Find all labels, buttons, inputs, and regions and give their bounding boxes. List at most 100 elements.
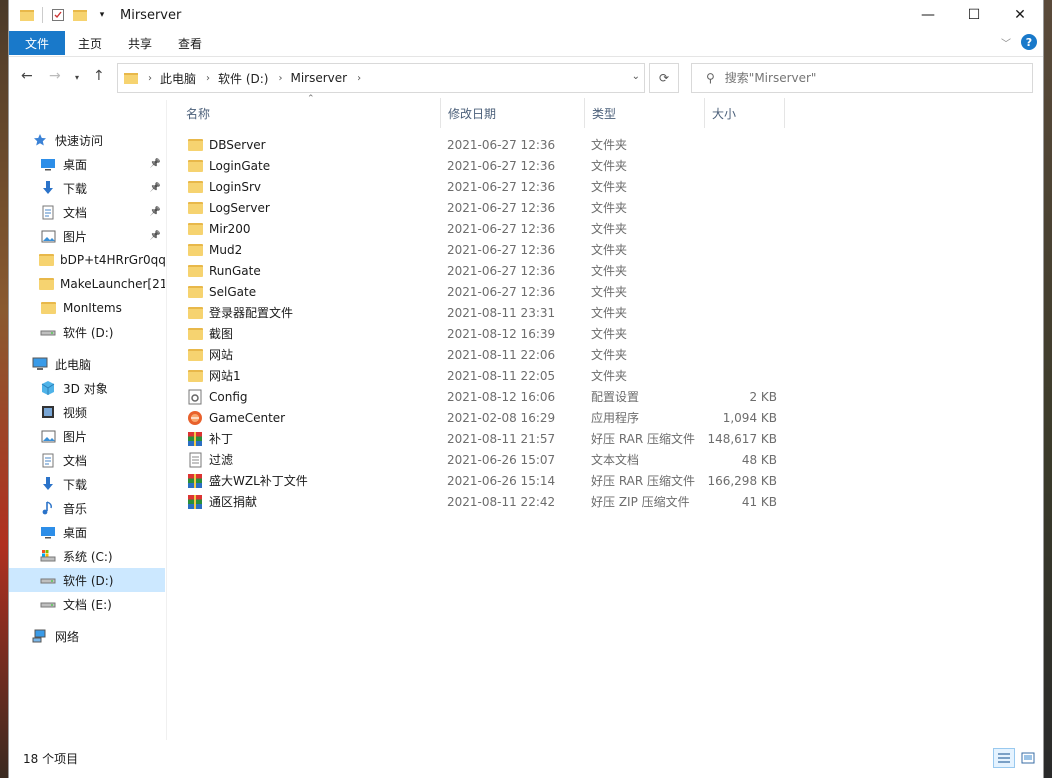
column-header-name[interactable]: 名称 ⌃: [179, 94, 441, 128]
nav-item[interactable]: 文档 📌: [9, 200, 165, 224]
column-name-label: 名称: [186, 106, 211, 121]
address-bar[interactable]: › 此电脑 › 软件 (D:) › Mirserver › ⌄: [117, 63, 645, 93]
pin-icon[interactable]: 📌: [150, 231, 161, 241]
file-row[interactable]: LogServer 2021-06-27 12:36 文件夹: [179, 197, 789, 218]
pin-icon[interactable]: 📌: [150, 207, 161, 217]
nav-item[interactable]: 下载: [9, 472, 165, 496]
file-type: 文件夹: [591, 159, 628, 173]
column-header-size[interactable]: 大小: [705, 98, 785, 128]
search-input[interactable]: [724, 71, 1015, 85]
customize-toolbar-icon[interactable]: ▾: [92, 5, 112, 25]
file-row[interactable]: 补丁 2021-08-11 21:57 好压 RAR 压缩文件 148,617 KB: [179, 428, 789, 449]
details-view-icon[interactable]: [993, 748, 1015, 768]
column-type-label: 类型: [592, 106, 617, 121]
picture-icon: [39, 428, 57, 444]
pin-icon[interactable]: 📌: [150, 159, 161, 169]
close-button[interactable]: ✕: [997, 0, 1043, 30]
file-row[interactable]: 过滤 2021-06-26 15:07 文本文档 48 KB: [179, 449, 789, 470]
file-type: 应用程序: [591, 411, 640, 425]
nav-item-label: 桌面: [63, 525, 88, 540]
desktop-icon: [39, 524, 57, 540]
sort-ascending-icon: ⌃: [307, 94, 315, 104]
file-name-cell: Mud2: [187, 242, 242, 258]
nav-item[interactable]: 桌面 📌: [9, 152, 165, 176]
file-name: GameCenter: [209, 410, 286, 425]
tab-view[interactable]: 查看: [165, 31, 215, 55]
file-row[interactable]: DBServer 2021-06-27 12:36 文件夹: [179, 134, 789, 155]
file-list: 名称 ⌃ 修改日期 类型 大小 DBServer 2021-06-27 12:36…: [179, 94, 1043, 738]
file-row[interactable]: RunGate 2021-06-27 12:36 文件夹: [179, 260, 789, 281]
nav-item[interactable]: 文档: [9, 448, 165, 472]
breadcrumb-drive-d[interactable]: 软件 (D:): [218, 70, 268, 87]
pin-icon[interactable]: 📌: [150, 183, 161, 193]
file-row[interactable]: 截图 2021-08-12 16:39 文件夹: [179, 323, 789, 344]
file-row[interactable]: LoginGate 2021-06-27 12:36 文件夹: [179, 155, 789, 176]
window-title: Mirserver: [120, 7, 182, 23]
tab-file[interactable]: 文件: [9, 31, 65, 55]
back-arrow-icon[interactable]: ←: [21, 68, 33, 84]
chevron-down-icon[interactable]: ⌄: [632, 71, 640, 82]
nav-item[interactable]: 桌面: [9, 520, 165, 544]
nav-item[interactable]: 下载 📌: [9, 176, 165, 200]
nav-item[interactable]: 网络: [9, 624, 165, 648]
chevron-right-icon[interactable]: ›: [148, 73, 152, 84]
minimize-button[interactable]: —: [905, 0, 951, 30]
file-row[interactable]: SelGate 2021-06-27 12:36 文件夹: [179, 281, 789, 302]
expand-ribbon-icon[interactable]: ﹀: [1001, 35, 1011, 50]
properties-icon[interactable]: [48, 5, 68, 25]
nav-item[interactable]: 音乐: [9, 496, 165, 520]
column-header-date[interactable]: 修改日期: [441, 98, 585, 128]
maximize-button[interactable]: ☐: [951, 0, 997, 30]
nav-item[interactable]: 文档 (E:): [9, 592, 165, 616]
tab-home[interactable]: 主页: [65, 31, 115, 55]
tab-share[interactable]: 共享: [115, 31, 165, 55]
file-row[interactable]: 网站 2021-08-11 22:06 文件夹: [179, 344, 789, 365]
file-name: 过滤: [209, 453, 234, 467]
nav-item[interactable]: 系统 (C:): [9, 544, 165, 568]
file-row[interactable]: Mir200 2021-06-27 12:36 文件夹: [179, 218, 789, 239]
file-date: 2021-06-27 12:36: [447, 200, 556, 215]
config-file-icon: [187, 389, 203, 405]
nav-item[interactable]: 图片: [9, 424, 165, 448]
desktop-icon: [39, 156, 57, 172]
refresh-button[interactable]: ⟳: [649, 63, 679, 93]
file-row[interactable]: 登录器配置文件 2021-08-11 23:31 文件夹: [179, 302, 789, 323]
nav-item[interactable]: 此电脑: [9, 352, 165, 376]
nav-item[interactable]: 图片 📌: [9, 224, 165, 248]
chevron-right-icon[interactable]: ›: [206, 73, 210, 84]
window-controls: — ☐ ✕: [905, 0, 1043, 30]
breadcrumb-mirserver[interactable]: Mirserver: [290, 71, 347, 85]
forward-arrow-icon[interactable]: →: [49, 68, 61, 84]
file-row[interactable]: 通区捐献 2021-08-11 22:42 好压 ZIP 压缩文件 41 KB: [179, 491, 789, 512]
recent-locations-icon[interactable]: ▾: [75, 73, 79, 82]
file-row[interactable]: 网站1 2021-08-11 22:05 文件夹: [179, 365, 789, 386]
large-icons-view-icon[interactable]: [1017, 748, 1039, 768]
nav-item[interactable]: 软件 (D:): [9, 320, 165, 344]
file-name: RunGate: [209, 263, 261, 278]
file-row[interactable]: Mud2 2021-06-27 12:36 文件夹: [179, 239, 789, 260]
column-header-type[interactable]: 类型: [585, 98, 705, 128]
breadcrumb-this-pc[interactable]: 此电脑: [160, 70, 196, 87]
up-arrow-icon[interactable]: ↑: [93, 68, 105, 84]
file-row[interactable]: LoginSrv 2021-06-27 12:36 文件夹: [179, 176, 789, 197]
file-type: 文件夹: [591, 348, 628, 362]
file-row[interactable]: 盛大WZL补丁文件 2021-06-26 15:14 好压 RAR 压缩文件 166,…: [179, 470, 789, 491]
nav-item[interactable]: bDP+t4HRrGr0qq: [9, 248, 165, 272]
chevron-right-icon[interactable]: ›: [278, 73, 282, 84]
new-folder-icon[interactable]: [70, 5, 90, 25]
file-size: 48 KB: [741, 452, 777, 467]
nav-item[interactable]: 软件 (D:): [9, 568, 165, 592]
nav-item[interactable]: 3D 对象: [9, 376, 165, 400]
file-row[interactable]: GameCenter 2021-02-08 16:29 应用程序 1,094 KB: [179, 407, 789, 428]
nav-item[interactable]: MakeLauncher[21: [9, 272, 165, 296]
file-row[interactable]: Config 2021-08-12 16:06 配置设置 2 KB: [179, 386, 789, 407]
help-button[interactable]: ?: [1021, 34, 1037, 50]
nav-item[interactable]: MonItems: [9, 296, 165, 320]
nav-item[interactable]: 快速访问: [9, 128, 165, 152]
chevron-right-icon[interactable]: ›: [357, 73, 361, 84]
nav-item[interactable]: 视频: [9, 400, 165, 424]
star-icon: [31, 132, 49, 148]
search-box[interactable]: ⚲: [691, 63, 1033, 93]
toolbar-divider: [42, 7, 43, 23]
folder-icon: [187, 242, 203, 258]
